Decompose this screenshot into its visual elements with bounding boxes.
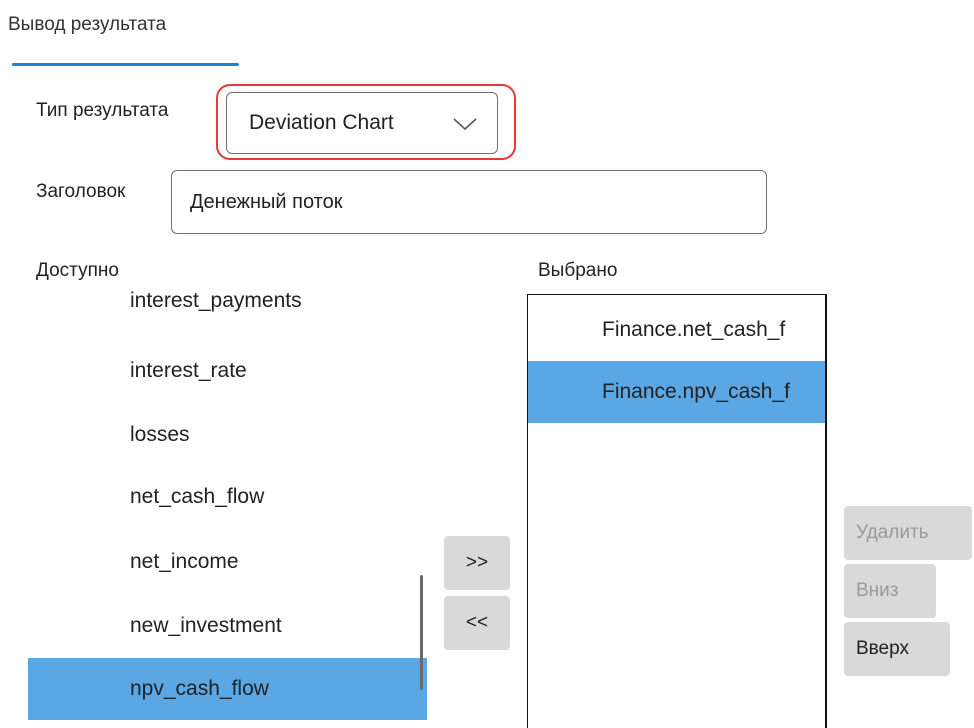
- list-item[interactable]: interest_rate: [28, 340, 427, 402]
- list-item-selected[interactable]: npv_cash_flow: [28, 658, 427, 720]
- move-down-button[interactable]: Вниз: [844, 564, 936, 618]
- heading-input[interactable]: Денежный поток: [171, 170, 767, 234]
- list-item-label: losses: [130, 423, 190, 446]
- list-item-label: Finance.net_cash_f: [602, 318, 786, 341]
- result-type-label: Тип результата: [36, 100, 169, 121]
- selected-label: Выбрано: [538, 260, 618, 281]
- list-item[interactable]: losses: [28, 404, 427, 466]
- available-list-scrollbar[interactable]: [420, 575, 423, 690]
- result-type-value: Deviation Chart: [249, 111, 394, 134]
- list-item[interactable]: net_cash_flow: [28, 466, 427, 528]
- output-settings-panel: Вывод результата Тип результата Deviatio…: [0, 0, 974, 728]
- list-item-selected[interactable]: Finance.npv_cash_f: [528, 361, 825, 423]
- active-tab-indicator: [12, 63, 239, 66]
- list-item-label: npv_cash_flow: [130, 677, 269, 700]
- selected-list[interactable]: Finance.net_cash_f Finance.npv_cash_f: [527, 294, 827, 728]
- list-item[interactable]: net_income: [28, 531, 427, 593]
- list-item[interactable]: new_investment: [28, 595, 427, 657]
- list-item[interactable]: interest_payments: [28, 276, 427, 326]
- add-to-selected-button[interactable]: >>: [444, 536, 510, 590]
- delete-button[interactable]: Удалить: [844, 506, 972, 560]
- heading-input-value: Денежный поток: [190, 190, 343, 213]
- available-list[interactable]: interest_payments interest_rate losses n…: [28, 282, 428, 728]
- list-item-label: net_cash_flow: [130, 485, 265, 508]
- remove-from-selected-button[interactable]: <<: [444, 596, 510, 650]
- move-up-button[interactable]: Вверх: [844, 622, 950, 676]
- heading-label: Заголовок: [36, 181, 126, 202]
- list-item-label: new_investment: [130, 614, 282, 637]
- tab-output-result[interactable]: Вывод результата: [8, 14, 166, 36]
- result-type-select[interactable]: Deviation Chart: [226, 92, 498, 154]
- list-item-label: interest_rate: [130, 359, 247, 382]
- chevron-down-icon: [453, 118, 477, 131]
- list-item-label: net_income: [130, 550, 239, 573]
- list-item-label: interest_payments: [130, 289, 302, 312]
- list-item-label: Finance.npv_cash_f: [602, 380, 790, 403]
- list-item[interactable]: Finance.net_cash_f: [528, 299, 825, 361]
